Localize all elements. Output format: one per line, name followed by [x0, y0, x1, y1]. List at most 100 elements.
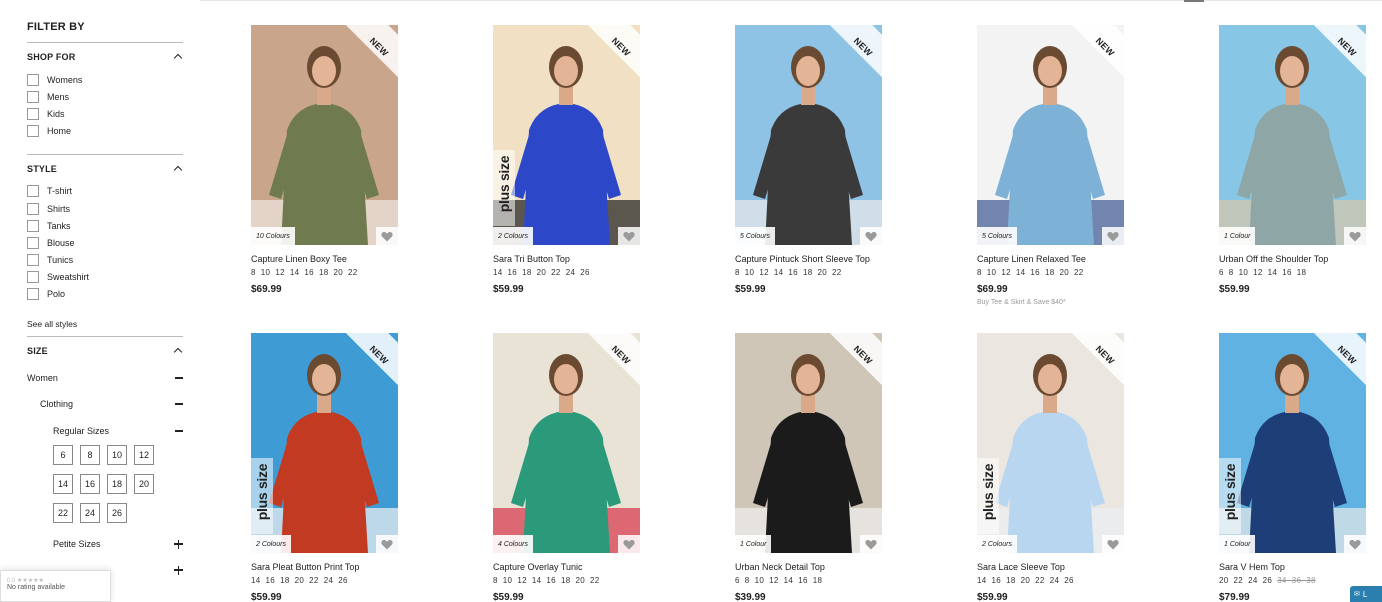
chevron-up-icon [173, 52, 183, 62]
product-sizes: 14 16 18 20 22 24 26 [251, 576, 348, 585]
product-name[interactable]: Capture Linen Boxy Tee [251, 254, 411, 268]
product-name[interactable]: Capture Linen Relaxed Tee [977, 254, 1137, 268]
style-option-blouse[interactable]: Blouse [27, 234, 183, 251]
size-button-22[interactable]: 22 [53, 503, 73, 524]
wishlist-heart-icon[interactable] [860, 535, 882, 553]
product-name[interactable]: Urban Off the Shoulder Top [1219, 254, 1379, 268]
wishlist-heart-icon[interactable] [376, 227, 398, 245]
product-image[interactable]: NEW plus size 2 Colours [493, 25, 640, 245]
size-button-14[interactable]: 14 [53, 474, 73, 495]
size-button-6[interactable]: 6 [53, 445, 73, 466]
checkbox[interactable] [27, 288, 39, 301]
product-card[interactable]: NEW plus size 2 Colours Sara Lace Sleeve To… [977, 333, 1137, 602]
option-label: Mens [47, 91, 70, 102]
checkbox[interactable] [27, 125, 39, 138]
shop-for-option-womens[interactable]: Womens [27, 71, 183, 88]
checkbox[interactable] [27, 271, 39, 284]
size-button-26[interactable]: 26 [107, 503, 127, 524]
shop-for-option-kids[interactable]: Kids [27, 105, 183, 122]
product-card[interactable]: NEW 10 Colours Capture Linen Boxy Tee 8 10 … [251, 25, 411, 298]
option-label: Polo [47, 289, 66, 300]
wishlist-heart-icon[interactable] [376, 535, 398, 553]
checkbox[interactable] [27, 185, 39, 198]
plus-size-label: plus size [1222, 463, 1238, 521]
style-option-sweatshirt[interactable]: Sweatshirt [27, 269, 183, 286]
shop-for-toggle[interactable]: SHOP FOR [27, 43, 183, 71]
product-name[interactable]: Urban Neck Detail Top [735, 562, 895, 576]
size-button-24[interactable]: 24 [80, 503, 100, 524]
product-card[interactable]: NEW plus size 2 Colours Sara Pleat Button P… [251, 333, 411, 602]
size-button-8[interactable]: 8 [80, 445, 100, 466]
product-image[interactable]: NEW plus size 2 Colours [251, 333, 398, 553]
product-image[interactable]: NEW 1 Colour [1219, 25, 1366, 245]
size-button-12[interactable]: 12 [134, 445, 154, 466]
product-card[interactable]: NEW 5 Colours Capture Linen Relaxed Tee 8 1… [977, 25, 1137, 306]
plus-size-badge: plus size [493, 150, 515, 226]
style-option-t-shirt[interactable]: T-shirt [27, 183, 183, 200]
size-clothing-toggle[interactable]: Clothing [27, 391, 183, 417]
product-name[interactable]: Sara V Hem Top [1219, 562, 1379, 576]
product-name[interactable]: Sara Tri Button Top [493, 254, 653, 268]
product-name[interactable]: Sara Lace Sleeve Top [977, 562, 1137, 576]
regular-size-grid: 6 8 10 12 14 16 18 20 22 24 26 [53, 445, 183, 524]
size-button-10[interactable]: 10 [107, 445, 127, 466]
option-label: Tanks [47, 220, 71, 231]
product-image[interactable]: NEW 10 Colours [251, 25, 398, 245]
wishlist-heart-icon[interactable] [1344, 535, 1366, 553]
rating-widget[interactable]: 0.0 ★★★★★ No rating available [0, 570, 111, 602]
product-image[interactable]: NEW plus size 2 Colours [977, 333, 1124, 553]
style-option-tanks[interactable]: Tanks [27, 217, 183, 234]
product-image[interactable]: NEW plus size 1 Colour [1219, 333, 1366, 553]
product-image[interactable]: NEW 5 Colours [735, 25, 882, 245]
size-toggle[interactable]: SIZE [27, 337, 183, 365]
product-photo [1219, 333, 1366, 553]
style-option-tunics[interactable]: Tunics [27, 252, 183, 269]
style-option-polo[interactable]: Polo [27, 286, 183, 303]
product-card[interactable]: NEW 4 Colours Capture Overlay Tunic 8 10 12… [493, 333, 653, 602]
checkbox[interactable] [27, 107, 39, 120]
size-button-20[interactable]: 20 [134, 474, 154, 495]
product-photo [1219, 25, 1366, 245]
style-toggle[interactable]: STYLE [27, 155, 183, 183]
product-card[interactable]: NEW 1 Colour Urban Neck Detail Top 6 8 10 1… [735, 333, 895, 602]
wishlist-heart-icon[interactable] [1102, 227, 1124, 245]
product-card[interactable]: NEW 5 Colours Capture Pintuck Short Sleeve… [735, 25, 895, 298]
checkbox[interactable] [27, 254, 39, 267]
wishlist-heart-icon[interactable] [860, 227, 882, 245]
product-photo [493, 25, 640, 245]
shop-for-option-mens[interactable]: Mens [27, 88, 183, 105]
size-button-16[interactable]: 16 [80, 474, 100, 495]
product-card[interactable]: NEW plus size 2 Colours Sara Tri Button Top… [493, 25, 653, 298]
shop-for-option-home[interactable]: Home [27, 123, 183, 140]
wishlist-heart-icon[interactable] [1344, 227, 1366, 245]
size-button-18[interactable]: 18 [107, 474, 127, 495]
checkbox[interactable] [27, 219, 39, 232]
size-women-toggle[interactable]: Women [27, 365, 183, 391]
product-sizes: 14 16 18 20 22 24 26 [977, 576, 1074, 585]
rating-text: No rating available [7, 584, 65, 591]
product-name[interactable]: Capture Pintuck Short Sleeve Top [735, 254, 895, 268]
see-all-styles-link[interactable]: See all styles [27, 313, 183, 336]
product-card[interactable]: NEW 1 Colour Urban Off the Shoulder Top 6 8… [1219, 25, 1379, 298]
wishlist-heart-icon[interactable] [1102, 535, 1124, 553]
product-image[interactable]: NEW 1 Colour [735, 333, 882, 553]
wishlist-heart-icon[interactable] [618, 535, 640, 553]
checkbox[interactable] [27, 202, 39, 215]
chat-button[interactable]: ✉ L [1350, 586, 1382, 602]
product-card[interactable]: NEW plus size 1 Colour Sara V Hem Top 20 22 … [1219, 333, 1379, 602]
checkbox[interactable] [27, 73, 39, 86]
product-name[interactable]: Sara Pleat Button Print Top [251, 562, 411, 576]
wishlist-heart-icon[interactable] [618, 227, 640, 245]
regular-sizes-toggle[interactable]: Regular Sizes [27, 417, 183, 445]
product-name[interactable]: Capture Overlay Tunic [493, 562, 653, 576]
product-price: $39.99 [735, 592, 766, 602]
petite-sizes-toggle[interactable]: Petite Sizes [27, 531, 183, 557]
filter-by-title: FILTER BY [27, 21, 85, 33]
checkbox[interactable] [27, 236, 39, 249]
style-option-shirts[interactable]: Shirts [27, 200, 183, 217]
product-image[interactable]: NEW 5 Colours [977, 25, 1124, 245]
checkbox[interactable] [27, 90, 39, 103]
product-sizes: 8 10 12 14 16 18 20 22 [251, 268, 358, 277]
product-image[interactable]: NEW 4 Colours [493, 333, 640, 553]
product-price: $59.99 [1219, 284, 1250, 295]
